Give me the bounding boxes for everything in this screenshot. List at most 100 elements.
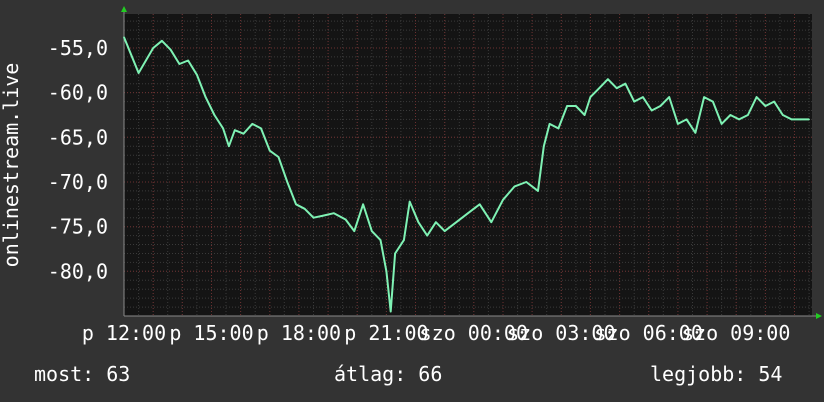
data-point	[557, 127, 560, 130]
data-point	[303, 208, 306, 210]
data-point	[353, 230, 356, 232]
x-tick-label: p 21:00	[344, 321, 428, 345]
data-point	[152, 47, 154, 49]
data-point	[607, 78, 609, 80]
data-point	[478, 203, 481, 206]
data-point	[668, 96, 670, 98]
data-point	[178, 63, 181, 65]
data-point	[525, 181, 528, 183]
data-point	[738, 118, 740, 121]
data-point	[403, 239, 405, 241]
data-point	[295, 203, 297, 206]
data-point	[642, 96, 644, 98]
data-point	[467, 212, 469, 214]
data-point	[394, 252, 396, 255]
data-point	[583, 114, 586, 116]
data-point	[228, 145, 230, 147]
average-value: átlag: 66	[334, 362, 443, 386]
data-point	[137, 72, 140, 74]
data-point	[286, 181, 289, 183]
chart-svg: -55,0-60,0-65,0-70,0-75,0-80,0 p 12:00 p …	[0, 6, 822, 345]
data-point	[344, 218, 347, 221]
plot-area	[124, 14, 812, 316]
data-point	[362, 203, 364, 206]
x-tick-label: szo 09:00	[682, 321, 790, 345]
x-axis-arrow	[816, 313, 822, 319]
data-point	[537, 190, 539, 192]
data-point	[548, 123, 551, 125]
data-point	[502, 199, 504, 201]
data-point	[624, 82, 627, 85]
y-axis-arrow	[121, 6, 127, 12]
data-point	[589, 96, 592, 98]
data-point	[773, 100, 775, 103]
data-point	[703, 96, 705, 98]
data-point	[222, 127, 224, 130]
y-tick-label: -70,0	[48, 170, 108, 194]
data-point	[161, 40, 163, 42]
data-point	[677, 123, 679, 125]
data-point	[755, 96, 758, 98]
y-tick-label: -55,0	[48, 36, 108, 60]
data-point	[633, 100, 635, 103]
data-point	[782, 114, 784, 116]
data-point	[277, 156, 280, 158]
data-point	[187, 59, 189, 62]
data-point	[720, 123, 723, 125]
data-point	[566, 105, 568, 107]
data-point	[379, 239, 382, 241]
data-point	[312, 216, 315, 219]
data-point	[426, 234, 429, 237]
data-point	[712, 100, 714, 103]
current-value: most: 63	[34, 362, 131, 386]
chart-container: -55,0 -60,0 -65,0 -70,0 -75,0 -80,0 p 12:00 p …	[0, 0, 824, 402]
data-point	[490, 221, 493, 223]
data-point	[575, 105, 577, 107]
data-point	[543, 145, 545, 147]
data-point	[747, 114, 749, 116]
data-point	[251, 123, 254, 125]
x-tick-label: p 18:00	[257, 321, 341, 345]
data-point	[659, 105, 662, 107]
data-point	[169, 48, 172, 51]
data-point	[513, 185, 516, 188]
data-point	[615, 87, 618, 89]
data-point	[455, 221, 458, 223]
data-point	[685, 118, 688, 121]
data-point	[269, 149, 271, 152]
x-tick-label: p 12:00	[82, 321, 166, 345]
data-point	[408, 200, 411, 203]
data-point	[729, 114, 732, 116]
data-point	[435, 221, 437, 223]
data-point	[808, 118, 810, 121]
data-point	[242, 132, 245, 135]
data-point	[213, 114, 216, 116]
y-axis-tick-labels: -55,0 -60,0 -65,0 -70,0 -75,0 -80,0	[48, 36, 108, 283]
data-point	[790, 118, 793, 121]
data-point	[694, 132, 697, 134]
data-point	[196, 74, 198, 76]
data-point	[333, 212, 335, 214]
data-point	[799, 118, 802, 121]
data-point	[234, 129, 236, 131]
y-tick-label: -65,0	[48, 125, 108, 149]
data-point	[650, 109, 653, 112]
y-tick-label: -60,0	[48, 81, 108, 105]
data-point	[443, 230, 446, 232]
data-point	[385, 270, 388, 273]
data-point	[764, 105, 767, 107]
best-value: legjobb: 54	[650, 362, 783, 386]
data-point	[598, 87, 600, 89]
y-axis-label: onlinestream.live	[0, 63, 23, 268]
data-point	[123, 36, 125, 38]
y-tick-label: -75,0	[48, 215, 108, 239]
data-point	[389, 310, 392, 313]
data-point	[321, 215, 324, 217]
x-axis-tick-labels: p 12:00 p 15:00 p 18:00 p 21:00szo 00:00szo…	[82, 321, 791, 345]
data-point	[260, 127, 262, 130]
data-point	[204, 96, 207, 98]
data-point	[417, 221, 420, 223]
data-point	[371, 230, 373, 232]
y-tick-label: -80,0	[48, 259, 108, 283]
x-tick-label: p 15:00	[169, 321, 253, 345]
